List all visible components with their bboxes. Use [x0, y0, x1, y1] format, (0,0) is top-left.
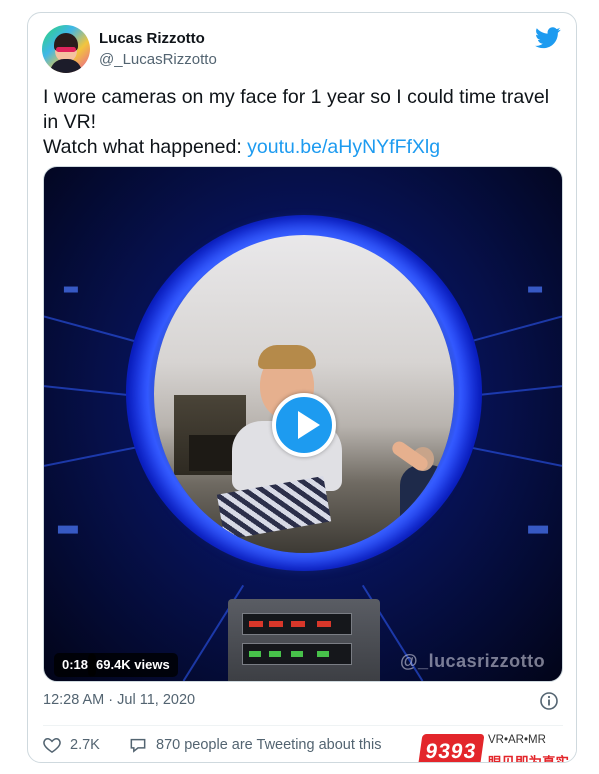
console-led-green: [291, 651, 303, 657]
author-avatar[interactable]: [42, 25, 90, 73]
twitter-bird-icon[interactable]: [535, 27, 561, 49]
divider: [43, 725, 563, 726]
tweet-line-2-prefix: Watch what happened:: [43, 136, 248, 158]
console-panel-destination: [242, 613, 352, 635]
tweet-card[interactable]: Lucas Rizzotto @_LucasRizzotto I wore ca…: [27, 12, 577, 763]
avatar-glasses: [56, 47, 76, 52]
tweet-line-1: I wore cameras on my face for 1 year so …: [43, 86, 550, 133]
tweet-line-2: Watch what happened: youtu.be/aHyNYfFfXl…: [43, 135, 563, 160]
video-player[interactable]: @_lucasrizzotto 0:18 69.4K views: [43, 166, 563, 682]
site-watermark-badge: 9393 VR•AR•MR 眼见即为真实: [417, 731, 576, 763]
console-panel-present: [242, 643, 352, 665]
badge-bottom-text: 眼见即为真实: [488, 755, 569, 763]
tweeting-about-link[interactable]: 870 people are Tweeting about this: [128, 733, 381, 757]
speech-bubble-icon: [130, 738, 146, 753]
video-views: 69.4K views: [88, 653, 178, 677]
avatar-shirt: [50, 59, 82, 73]
info-icon[interactable]: [539, 691, 559, 711]
author-handle[interactable]: @_LucasRizzotto: [99, 51, 217, 68]
tweet-link[interactable]: youtu.be/aHyNYfFfXlg: [247, 136, 440, 158]
console-led-green: [317, 651, 329, 657]
like-count: 2.7K: [70, 737, 100, 753]
tweet-timestamp[interactable]: 12:28 AM · Jul 11, 2020: [43, 692, 195, 708]
console-led: [291, 621, 305, 627]
play-icon: [298, 411, 320, 439]
video-watermark: @_lucasrizzotto: [400, 651, 546, 671]
like-button[interactable]: 2.7K: [42, 733, 100, 757]
heart-icon: [43, 737, 61, 753]
badge-top-text: VR•AR•MR: [488, 734, 546, 746]
child-hair: [258, 345, 316, 369]
tweeting-about-text: 870 people are Tweeting about this: [156, 737, 382, 753]
console-led: [269, 621, 283, 627]
console-led: [249, 621, 263, 627]
author-name[interactable]: Lucas Rizzotto: [99, 30, 205, 47]
time-machine-console: [228, 599, 380, 681]
play-button[interactable]: [272, 393, 336, 457]
console-led-green: [249, 651, 261, 657]
seated-man: [400, 465, 450, 535]
console-led-green: [269, 651, 281, 657]
tweet-text: I wore cameras on my face for 1 year so …: [43, 85, 563, 160]
badge-logo: 9393: [417, 734, 485, 762]
console-led: [317, 621, 331, 627]
